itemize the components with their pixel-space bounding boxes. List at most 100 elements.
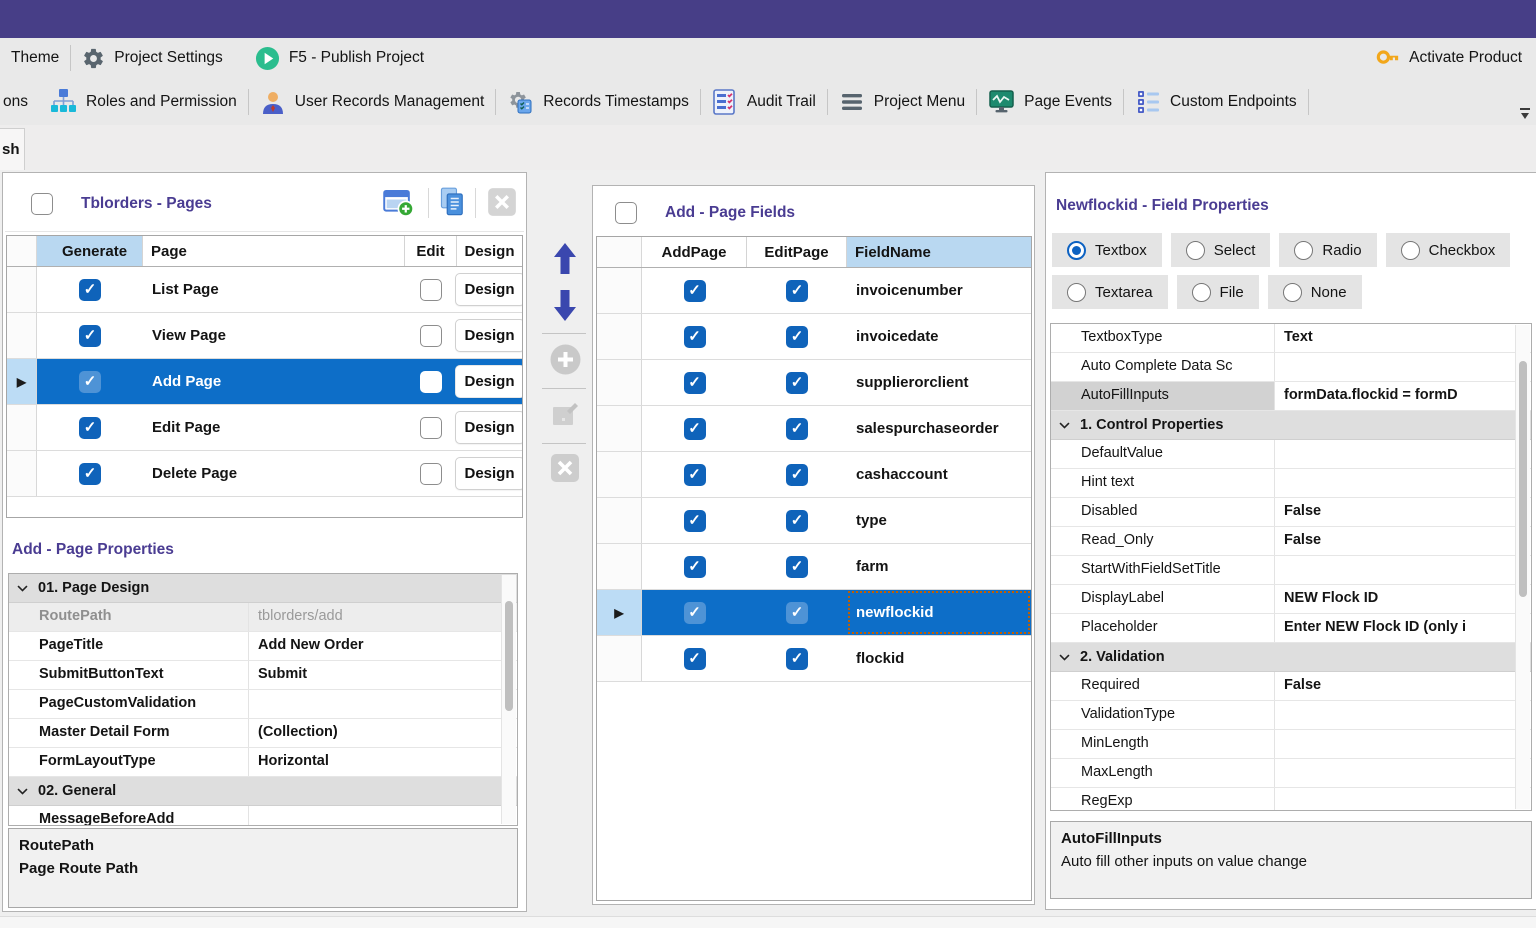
pages-table-row[interactable]: Delete Page Design bbox=[7, 451, 522, 497]
editpage-checkbox[interactable] bbox=[786, 556, 808, 578]
design-button[interactable]: Design bbox=[455, 273, 524, 306]
row-header-cell[interactable] bbox=[597, 360, 642, 405]
property-value[interactable]: Add New Order bbox=[249, 632, 517, 660]
radio-icon[interactable] bbox=[1294, 241, 1313, 260]
generate-checkbox[interactable] bbox=[79, 279, 101, 301]
addpage-checkbox[interactable] bbox=[684, 648, 706, 670]
property-row[interactable]: DefaultValue bbox=[1051, 440, 1531, 469]
property-category-row[interactable]: 02. General bbox=[9, 777, 517, 806]
delete-row-icon-disabled[interactable] bbox=[546, 452, 584, 484]
row-header-cell[interactable]: ▶ bbox=[7, 359, 37, 404]
fields-table-row[interactable]: farm bbox=[597, 544, 1031, 590]
generate-checkbox[interactable] bbox=[79, 371, 101, 393]
radio-icon[interactable] bbox=[1401, 241, 1420, 260]
property-row[interactable]: PlaceholderEnter NEW Flock ID (only i bbox=[1051, 614, 1531, 643]
chevron-down-icon[interactable] bbox=[16, 582, 29, 595]
design-button[interactable]: Design bbox=[455, 365, 524, 398]
editpage-checkbox[interactable] bbox=[786, 464, 808, 486]
property-value[interactable] bbox=[1275, 556, 1531, 584]
radio-icon[interactable] bbox=[1192, 283, 1211, 302]
property-value[interactable] bbox=[1275, 440, 1531, 468]
pages-table-row[interactable]: View Page Design bbox=[7, 313, 522, 359]
pages-table-row[interactable]: List Page Design bbox=[7, 267, 522, 313]
toolbar-item-theme[interactable]: Theme bbox=[0, 38, 70, 78]
property-value[interactable] bbox=[249, 690, 517, 718]
row-header-cell[interactable] bbox=[597, 636, 642, 681]
field-name-cell[interactable]: invoicenumber bbox=[847, 268, 1031, 313]
edit-checkbox[interactable] bbox=[420, 371, 442, 393]
field-name-cell[interactable]: type bbox=[847, 498, 1031, 543]
property-row[interactable]: DisabledFalse bbox=[1051, 498, 1531, 527]
editpage-checkbox[interactable] bbox=[786, 418, 808, 440]
row-header-cell[interactable]: ▶ bbox=[597, 590, 642, 635]
control-type-file[interactable]: File bbox=[1177, 275, 1259, 309]
property-row[interactable]: Master Detail Form(Collection) bbox=[9, 719, 517, 748]
editpage-checkbox[interactable] bbox=[786, 280, 808, 302]
property-value[interactable]: Submit bbox=[249, 661, 517, 689]
property-row[interactable]: PageTitleAdd New Order bbox=[9, 632, 517, 661]
row-header-cell[interactable] bbox=[7, 313, 37, 358]
property-value[interactable]: formData.flockid = formD bbox=[1275, 382, 1531, 410]
addpage-checkbox[interactable] bbox=[684, 602, 706, 624]
page-name-cell[interactable]: List Page bbox=[143, 267, 405, 312]
property-value[interactable] bbox=[1275, 701, 1531, 729]
fields-table-row[interactable]: type bbox=[597, 498, 1031, 544]
row-header-cell[interactable] bbox=[597, 406, 642, 451]
property-category-row[interactable]: 1. Control Properties bbox=[1051, 411, 1531, 440]
page-name-cell[interactable]: Edit Page bbox=[143, 405, 405, 450]
row-header-cell[interactable] bbox=[7, 267, 37, 312]
add-table-icon[interactable] bbox=[383, 186, 415, 223]
scrollbar-thumb[interactable] bbox=[1519, 361, 1527, 597]
control-type-textbox[interactable]: Textbox bbox=[1052, 233, 1162, 267]
fields-table-row[interactable]: cashaccount bbox=[597, 452, 1031, 498]
property-row[interactable]: DisplayLabelNEW Flock ID bbox=[1051, 585, 1531, 614]
editpage-checkbox[interactable] bbox=[786, 602, 808, 624]
property-value[interactable]: NEW Flock ID bbox=[1275, 585, 1531, 613]
editpage-checkbox[interactable] bbox=[786, 648, 808, 670]
generate-checkbox[interactable] bbox=[79, 325, 101, 347]
scrollbar[interactable] bbox=[1515, 325, 1530, 809]
generate-checkbox[interactable] bbox=[79, 417, 101, 439]
control-type-radio[interactable]: Radio bbox=[1279, 233, 1376, 267]
fields-panel-checkbox[interactable] bbox=[615, 202, 637, 224]
design-button[interactable]: Design bbox=[455, 319, 524, 352]
toolbar-item-cut[interactable]: ons bbox=[0, 78, 39, 125]
design-button[interactable]: Design bbox=[455, 411, 524, 444]
property-value[interactable]: (Collection) bbox=[249, 719, 517, 747]
page-name-cell[interactable]: View Page bbox=[143, 313, 405, 358]
addpage-checkbox[interactable] bbox=[684, 556, 706, 578]
row-header-cell[interactable] bbox=[597, 498, 642, 543]
toolbar-item-project-settings[interactable]: Project Settings bbox=[71, 38, 234, 78]
property-value[interactable]: False bbox=[1275, 672, 1531, 700]
field-name-cell[interactable]: salespurchaseorder bbox=[847, 406, 1031, 451]
scrollbar[interactable] bbox=[501, 575, 516, 824]
toolbar-item-activate-product[interactable]: Activate Product bbox=[1376, 38, 1522, 78]
editpage-checkbox[interactable] bbox=[786, 372, 808, 394]
fields-table-row[interactable]: invoicedate bbox=[597, 314, 1031, 360]
page-name-cell[interactable]: Delete Page bbox=[143, 451, 405, 496]
row-header-cell[interactable] bbox=[597, 452, 642, 497]
property-row[interactable]: ValidationType bbox=[1051, 701, 1531, 730]
property-value[interactable]: Horizontal bbox=[249, 748, 517, 776]
property-category-row[interactable]: 01. Page Design bbox=[9, 574, 517, 603]
page-name-cell[interactable]: Add Page bbox=[143, 359, 405, 404]
fields-table-row[interactable]: invoicenumber bbox=[597, 268, 1031, 314]
addpage-checkbox[interactable] bbox=[684, 464, 706, 486]
property-value[interactable] bbox=[1275, 759, 1531, 787]
fields-table-row[interactable]: salespurchaseorder bbox=[597, 406, 1031, 452]
fields-table-row[interactable]: flockid bbox=[597, 636, 1031, 682]
addpage-checkbox[interactable] bbox=[684, 418, 706, 440]
toolbar-item-roles-permission[interactable]: Roles and Permission bbox=[39, 78, 248, 125]
design-button[interactable]: Design bbox=[455, 457, 524, 490]
property-row[interactable]: MinLength bbox=[1051, 730, 1531, 759]
pages-panel-checkbox[interactable] bbox=[31, 193, 53, 215]
row-header-cell[interactable] bbox=[597, 544, 642, 589]
property-row[interactable]: RoutePathtblorders/add bbox=[9, 603, 517, 632]
toolbar-item-publish-project[interactable]: F5 - Publish Project bbox=[244, 38, 435, 78]
control-type-select[interactable]: Select bbox=[1171, 233, 1271, 267]
property-value[interactable] bbox=[1275, 353, 1531, 381]
property-row[interactable]: Auto Complete Data Sc bbox=[1051, 353, 1531, 382]
field-name-cell[interactable]: cashaccount bbox=[847, 452, 1031, 497]
property-value[interactable] bbox=[1275, 788, 1531, 811]
addpage-checkbox[interactable] bbox=[684, 326, 706, 348]
